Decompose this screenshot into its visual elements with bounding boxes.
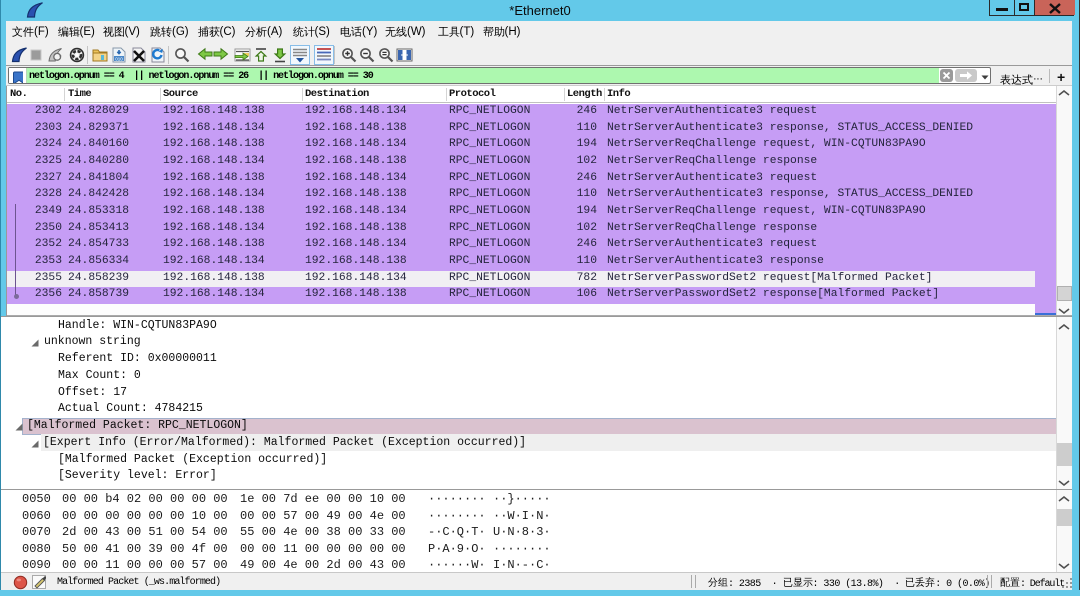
svg-text:010: 010 xyxy=(115,56,123,61)
